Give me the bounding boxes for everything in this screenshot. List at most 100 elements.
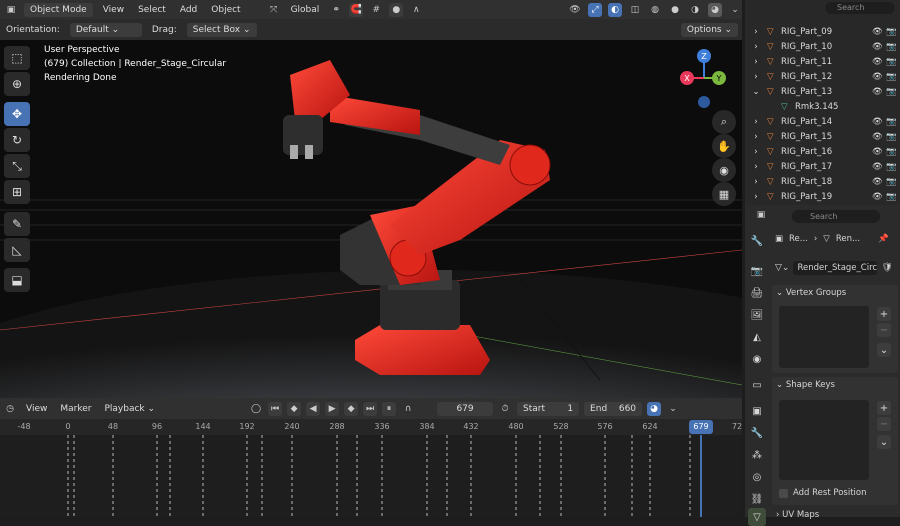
gizmo-toggle-icon[interactable]: ⤢ bbox=[588, 2, 602, 17]
rotate-tool-icon[interactable]: ↻ bbox=[4, 128, 30, 152]
camera-icon[interactable]: 📷 bbox=[886, 27, 900, 37]
modifiers-tab-icon[interactable]: 🔧 bbox=[748, 424, 766, 442]
uv-maps-header[interactable]: › UV Maps bbox=[776, 510, 819, 520]
camera-icon[interactable]: 📷 bbox=[886, 147, 900, 157]
move-tool-icon[interactable]: ✥ bbox=[4, 102, 30, 126]
timeline-menu-marker[interactable]: Marker bbox=[56, 402, 95, 416]
remove-vertex-group-button[interactable]: − bbox=[877, 323, 891, 337]
eye-icon[interactable]: 👁 bbox=[872, 192, 886, 202]
pivot-icon[interactable]: ⚭ bbox=[329, 3, 343, 17]
ortho-grid-icon[interactable]: ▦ bbox=[712, 182, 736, 206]
camera-icon[interactable]: 📷 bbox=[886, 177, 900, 187]
tool-tab-icon[interactable]: 🔧 bbox=[748, 232, 766, 250]
camera-icon[interactable]: 📷 bbox=[886, 87, 900, 97]
eye-icon[interactable]: 👁 bbox=[872, 162, 886, 172]
properties-search[interactable]: Search bbox=[792, 210, 880, 223]
timeline-editor-icon[interactable]: ◷ bbox=[3, 402, 17, 416]
pin-icon[interactable]: 📌 bbox=[878, 234, 889, 244]
outliner-row[interactable]: › ▽ RIG_Part_14 👁 📷 bbox=[745, 114, 900, 129]
outliner-row[interactable]: › ▽ RIG_Part_18 👁 📷 bbox=[745, 174, 900, 189]
jump-start-icon[interactable]: ⏮ bbox=[268, 401, 283, 416]
start-frame-field[interactable]: Start 1 bbox=[517, 401, 580, 416]
overlay-toggle-icon[interactable]: ◐ bbox=[608, 2, 622, 17]
scene-tab-icon[interactable]: ◭ bbox=[748, 328, 766, 346]
play-icon[interactable]: ▶ bbox=[325, 401, 340, 416]
camera-icon[interactable]: 📷 bbox=[886, 192, 900, 202]
next-keyframe-icon[interactable]: ◆ bbox=[344, 401, 359, 416]
eye-icon[interactable]: 👁 bbox=[872, 147, 886, 157]
playhead-label[interactable]: 679 bbox=[689, 420, 713, 434]
eye-icon[interactable]: 👁 bbox=[872, 27, 886, 37]
stopwatch-icon[interactable]: ⏱ bbox=[498, 402, 512, 416]
vertex-groups-list[interactable] bbox=[779, 306, 869, 368]
xray-icon[interactable]: ◫ bbox=[628, 3, 642, 17]
render-tab-icon[interactable]: 📷 bbox=[748, 262, 766, 280]
auto-key-icon[interactable]: ∩ bbox=[401, 402, 415, 416]
shading-solid-icon[interactable]: ● bbox=[668, 3, 682, 17]
timeline-menu-playback[interactable]: Playback ⌄ bbox=[100, 402, 159, 416]
shading-material-icon[interactable]: ◑ bbox=[688, 3, 702, 17]
zoom-icon[interactable]: ⌕ bbox=[712, 110, 736, 134]
camera-icon[interactable]: 📷 bbox=[886, 162, 900, 172]
falloff-icon[interactable]: ∧ bbox=[409, 3, 423, 17]
mesh-data-selector[interactable]: ▽⌄ Render_Stage_Circ... 🛡 bbox=[775, 261, 893, 275]
orientation-icon[interactable]: ⤧ bbox=[267, 3, 281, 17]
record-icon[interactable]: ◯ bbox=[249, 402, 263, 416]
eye-icon[interactable]: 👁 bbox=[872, 72, 886, 82]
mesh-data-name[interactable]: Render_Stage_Circ... bbox=[793, 261, 878, 275]
eye-icon[interactable]: 👁 bbox=[872, 57, 886, 67]
eye-icon[interactable]: 👁 bbox=[872, 117, 886, 127]
transform-tool-icon[interactable]: ⊞ bbox=[4, 180, 30, 204]
menu-view[interactable]: View bbox=[99, 3, 128, 17]
drag-dropdown[interactable]: Select Box ⌄ bbox=[186, 22, 257, 37]
mesh-data-icon[interactable]: ▽⌄ bbox=[775, 263, 789, 273]
menu-object[interactable]: Object bbox=[207, 3, 244, 17]
scale-tool-icon[interactable]: ⤡ bbox=[4, 154, 30, 178]
view-layer-tab-icon[interactable]: 🖼 bbox=[748, 306, 766, 324]
annotate-tool-icon[interactable]: ✎ bbox=[4, 212, 30, 236]
prev-keyframe-icon[interactable]: ◆ bbox=[287, 401, 302, 416]
camera-icon[interactable]: 📷 bbox=[886, 117, 900, 127]
properties-editor-icon[interactable]: ▣ bbox=[754, 208, 768, 222]
end-frame-field[interactable]: End 660 bbox=[584, 401, 643, 416]
shading-wireframe-icon[interactable]: ◍ bbox=[648, 3, 662, 17]
add-cube-tool-icon[interactable]: ⬓ bbox=[4, 268, 30, 292]
add-vertex-group-button[interactable]: + bbox=[877, 307, 891, 321]
vertex-groups-header[interactable]: ⌄ Vertex Groups bbox=[772, 285, 898, 301]
collection-tab-icon[interactable]: ▭ bbox=[748, 376, 766, 394]
shape-keys-header[interactable]: ⌄ Shape Keys bbox=[772, 377, 898, 393]
snap-icon[interactable]: 🧲 bbox=[349, 2, 364, 17]
timeline-dropdown-icon[interactable]: ⌄ bbox=[666, 402, 680, 416]
timeline-menu-view[interactable]: View bbox=[22, 402, 51, 416]
outliner-row[interactable]: › ▽ RIG_Part_11 👁 📷 bbox=[745, 54, 900, 69]
timeline-tracks[interactable] bbox=[0, 435, 742, 517]
outliner-row[interactable]: › ▽ RIG_Part_10 👁 📷 bbox=[745, 39, 900, 54]
particles-tab-icon[interactable]: ⁂ bbox=[748, 446, 766, 464]
eye-icon[interactable]: 👁 bbox=[872, 42, 886, 52]
visibility-icon[interactable]: 👁 bbox=[568, 3, 582, 17]
measure-tool-icon[interactable]: ◺ bbox=[4, 238, 30, 262]
add-shape-key-button[interactable]: + bbox=[877, 401, 891, 415]
timeline-view-icon[interactable]: ◕ bbox=[647, 401, 662, 416]
camera-icon[interactable]: 📷 bbox=[886, 72, 900, 82]
shading-options-icon[interactable]: ⌄ bbox=[728, 3, 742, 17]
orientation-dropdown[interactable]: Default ⌄ bbox=[69, 22, 142, 37]
shading-rendered-icon[interactable]: ◕ bbox=[708, 2, 722, 17]
world-tab-icon[interactable]: ◉ bbox=[748, 350, 766, 368]
pan-hand-icon[interactable]: ✋ bbox=[712, 134, 736, 158]
mode-dropdown[interactable]: Object Mode bbox=[24, 2, 93, 17]
outliner-row[interactable]: › ▽ RIG_Part_17 👁 📷 bbox=[745, 159, 900, 174]
eye-icon[interactable]: 👁 bbox=[872, 132, 886, 142]
menu-select[interactable]: Select bbox=[134, 3, 170, 17]
keying-icon[interactable]: ⏸ bbox=[382, 401, 397, 416]
outliner-row[interactable]: › ▽ RIG_Part_12 👁 📷 bbox=[745, 69, 900, 84]
outliner-row[interactable]: › ▽ RIG_Part_16 👁 📷 bbox=[745, 144, 900, 159]
jump-end-icon[interactable]: ⏭ bbox=[363, 401, 378, 416]
timeline-ruler[interactable]: -48 0 48 96 144 192 240 288 336 384 432 … bbox=[0, 419, 742, 435]
object-tab-icon[interactable]: ▣ bbox=[748, 402, 766, 420]
outliner-row[interactable]: ▽ Rmk3.145 bbox=[745, 99, 900, 114]
outliner-search[interactable]: Search bbox=[825, 2, 895, 14]
fake-user-icon[interactable]: 🛡 bbox=[881, 263, 892, 273]
constraints-tab-icon[interactable]: ⛓ bbox=[748, 490, 766, 508]
options-button[interactable]: Options ⌄ bbox=[680, 22, 738, 37]
